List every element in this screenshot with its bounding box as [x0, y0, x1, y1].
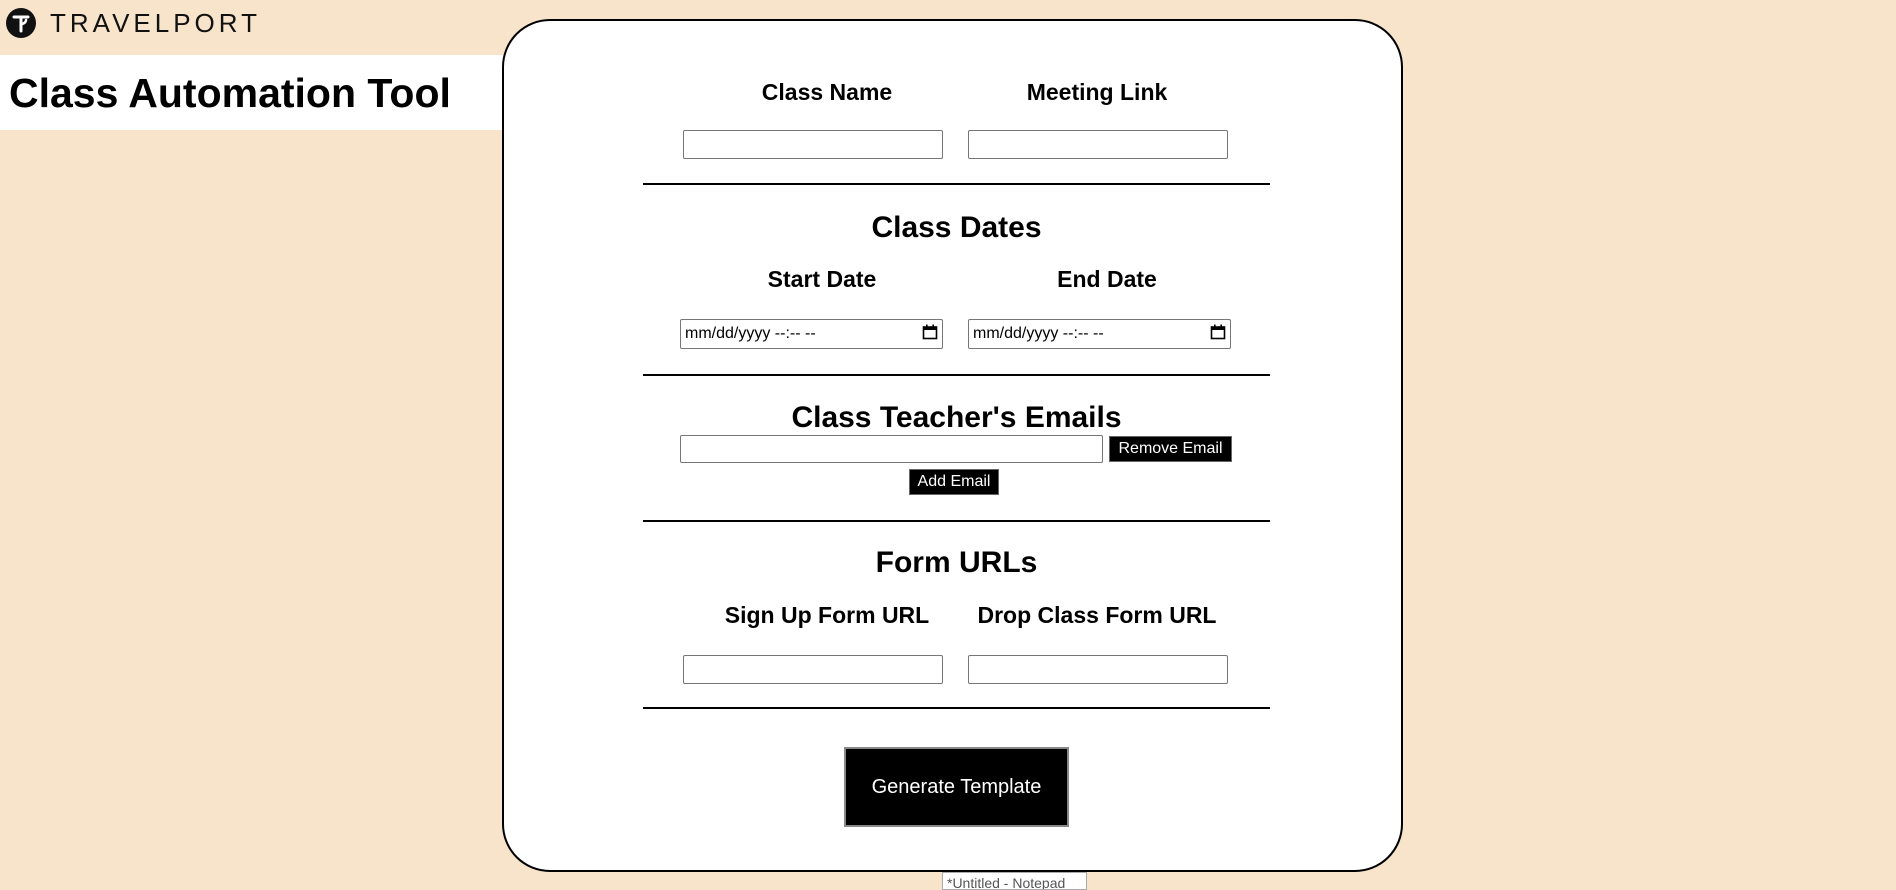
section-divider: [643, 374, 1270, 376]
brand-name: TRAVELPORT: [50, 7, 261, 38]
signup-url-input[interactable]: [683, 655, 943, 684]
form-urls-heading: Form URLs: [875, 546, 1038, 579]
start-date-label: Start Date: [767, 266, 877, 292]
travelport-t-logo-icon: [6, 8, 36, 38]
drop-url-input[interactable]: [968, 655, 1228, 684]
page-title: Class Automation Tool: [9, 70, 451, 116]
calendar-icon[interactable]: [1210, 324, 1226, 345]
class-dates-heading: Class Dates: [871, 211, 1042, 244]
signup-url-label: Sign Up Form URL: [724, 602, 930, 628]
meeting-link-label: Meeting Link: [1026, 79, 1168, 105]
start-date-input[interactable]: mm/dd/yyyy --:-- --: [680, 319, 943, 349]
class-form-card: Class Name Meeting Link Class Dates Star…: [502, 19, 1403, 872]
add-email-button[interactable]: Add Email: [909, 469, 999, 495]
class-name-input[interactable]: [683, 130, 943, 159]
generate-template-button[interactable]: Generate Template: [844, 747, 1069, 827]
drop-url-label: Drop Class Form URL: [977, 602, 1217, 628]
teacher-email-input[interactable]: [680, 435, 1103, 463]
teacher-emails-heading: Class Teacher's Emails: [791, 401, 1122, 434]
meeting-link-input[interactable]: [968, 130, 1228, 159]
page-title-band: Class Automation Tool: [0, 55, 503, 130]
class-name-label: Class Name: [761, 79, 893, 105]
taskbar-tooltip: *Untitled - Notepad: [942, 872, 1087, 890]
section-divider: [643, 183, 1270, 185]
end-date-placeholder: mm/dd/yyyy --:-- --: [973, 325, 1104, 342]
section-divider: [643, 707, 1270, 709]
end-date-label: End Date: [1057, 266, 1157, 292]
brand-logo: TRAVELPORT: [6, 8, 261, 38]
remove-email-button[interactable]: Remove Email: [1109, 436, 1232, 462]
end-date-input[interactable]: mm/dd/yyyy --:-- --: [968, 319, 1231, 349]
start-date-placeholder: mm/dd/yyyy --:-- --: [685, 325, 816, 342]
section-divider: [643, 520, 1270, 522]
calendar-icon[interactable]: [922, 324, 938, 345]
